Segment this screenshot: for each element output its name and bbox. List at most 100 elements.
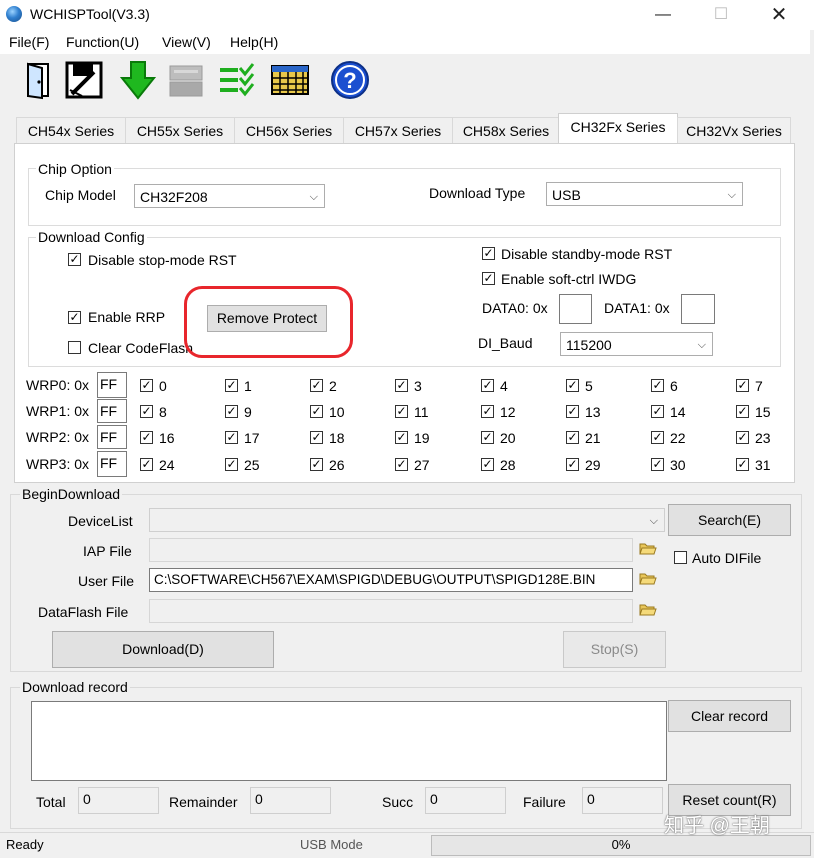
succ-value: 0 bbox=[425, 787, 506, 814]
wrp-bit-checkbox[interactable]: ✓ bbox=[566, 458, 579, 471]
folder-open-icon[interactable] bbox=[639, 603, 657, 617]
wrp-bit-checkbox[interactable]: ✓ bbox=[225, 405, 238, 418]
data1-input[interactable] bbox=[681, 294, 715, 324]
progress-bar: 0% bbox=[431, 835, 811, 856]
tab-ch32fx[interactable]: CH32Fx Series bbox=[558, 113, 678, 144]
wrp-bit-checkbox[interactable]: ✓ bbox=[140, 405, 153, 418]
menu-view[interactable]: View(V) bbox=[162, 34, 211, 50]
wrp-bit-label: 22 bbox=[670, 430, 686, 446]
wrp-bit-checkbox[interactable]: ✓ bbox=[140, 431, 153, 444]
open-door-icon[interactable] bbox=[20, 60, 60, 100]
wrp-bit-checkbox[interactable]: ✓ bbox=[140, 458, 153, 471]
search-button[interactable]: Search(E) bbox=[668, 504, 791, 536]
maximize-button[interactable]: ☐ bbox=[698, 0, 744, 30]
chip-model-select[interactable]: CH32F208 ⌵ bbox=[134, 184, 325, 208]
calculator-grid-icon[interactable] bbox=[270, 60, 310, 100]
tab-ch56x[interactable]: CH56x Series bbox=[234, 117, 344, 144]
failure-value: 0 bbox=[582, 787, 663, 814]
begin-download-label: BeginDownload bbox=[20, 486, 123, 502]
menu-file[interactable]: File(F) bbox=[9, 34, 49, 50]
disable-standby-rst-checkbox[interactable]: ✓ bbox=[482, 247, 495, 260]
wrp3-input[interactable]: FF bbox=[97, 451, 127, 477]
wrp-bit-checkbox[interactable]: ✓ bbox=[310, 431, 323, 444]
device-list-select[interactable]: ⌵ bbox=[149, 508, 665, 532]
wrp-bit-checkbox[interactable]: ✓ bbox=[395, 431, 408, 444]
auto-difile-checkbox[interactable] bbox=[674, 551, 687, 564]
wrp-bit-checkbox[interactable]: ✓ bbox=[140, 379, 153, 392]
chip-disabled-icon[interactable] bbox=[166, 60, 206, 100]
wrp-bit-checkbox[interactable]: ✓ bbox=[225, 379, 238, 392]
minimize-button[interactable]: — bbox=[640, 0, 686, 30]
wrp-bit-label: 9 bbox=[244, 404, 252, 420]
chip-model-value: CH32F208 bbox=[140, 189, 208, 205]
wrp-bit-label: 11 bbox=[414, 404, 429, 420]
download-type-value: USB bbox=[552, 187, 581, 203]
dataflash-file-input[interactable] bbox=[149, 599, 633, 623]
wrp-bit-checkbox[interactable]: ✓ bbox=[225, 431, 238, 444]
wrp-bit-label: 26 bbox=[329, 457, 345, 473]
download-button[interactable]: Download(D) bbox=[52, 631, 274, 668]
folder-open-icon[interactable] bbox=[639, 542, 657, 556]
tab-ch58x[interactable]: CH58x Series bbox=[452, 117, 560, 144]
wrp-bit-checkbox[interactable]: ✓ bbox=[736, 405, 749, 418]
tab-ch32vx[interactable]: CH32Vx Series bbox=[677, 117, 791, 144]
wrp1-input[interactable]: FF bbox=[97, 399, 127, 423]
enable-rrp-label: Enable RRP bbox=[88, 309, 166, 325]
wrp-bit-checkbox[interactable]: ✓ bbox=[481, 379, 494, 392]
download-arrow-icon[interactable] bbox=[118, 60, 158, 100]
clear-record-button[interactable]: Clear record bbox=[668, 700, 791, 732]
wrp2-input[interactable]: FF bbox=[97, 425, 127, 449]
menu-help[interactable]: Help(H) bbox=[230, 34, 278, 50]
download-type-select[interactable]: USB ⌵ bbox=[546, 182, 743, 206]
wrp-bit-checkbox[interactable]: ✓ bbox=[566, 379, 579, 392]
watermark: 知乎 @王朝 bbox=[664, 815, 770, 837]
enable-soft-iwdg-checkbox[interactable]: ✓ bbox=[482, 272, 495, 285]
iap-file-input[interactable] bbox=[149, 538, 633, 562]
help-icon[interactable]: ? bbox=[330, 60, 370, 100]
wrp-bit-checkbox[interactable]: ✓ bbox=[651, 379, 664, 392]
folder-open-icon[interactable] bbox=[639, 572, 657, 586]
wrp-bit-checkbox[interactable]: ✓ bbox=[736, 458, 749, 471]
enable-rrp-checkbox[interactable]: ✓ bbox=[68, 311, 81, 324]
wrp-bit-checkbox[interactable]: ✓ bbox=[395, 379, 408, 392]
wrp-bit-label: 5 bbox=[585, 378, 593, 394]
wrp-bit-label: 16 bbox=[159, 430, 175, 446]
data0-input[interactable] bbox=[559, 294, 592, 324]
wrp-bit-checkbox[interactable]: ✓ bbox=[651, 405, 664, 418]
download-record-log[interactable] bbox=[31, 701, 667, 781]
tab-ch55x[interactable]: CH55x Series bbox=[125, 117, 235, 144]
clear-codeflash-checkbox[interactable] bbox=[68, 341, 81, 354]
save-disk-icon[interactable] bbox=[64, 60, 104, 100]
dl-baud-select[interactable]: 115200 ⌵ bbox=[560, 332, 713, 356]
wrp-bit-checkbox[interactable]: ✓ bbox=[651, 458, 664, 471]
wrp-bit-checkbox[interactable]: ✓ bbox=[481, 458, 494, 471]
status-mode: USB Mode bbox=[300, 837, 363, 852]
wrp-bit-checkbox[interactable]: ✓ bbox=[651, 431, 664, 444]
app-globe-icon bbox=[6, 6, 22, 22]
wrp-bit-checkbox[interactable]: ✓ bbox=[395, 458, 408, 471]
wrp-bit-checkbox[interactable]: ✓ bbox=[481, 405, 494, 418]
menu-function[interactable]: Function(U) bbox=[66, 34, 139, 50]
verify-list-icon[interactable] bbox=[216, 60, 256, 100]
title-bar: WCHISPTool(V3.3) — ☐ ✕ bbox=[0, 0, 814, 30]
tab-ch57x[interactable]: CH57x Series bbox=[343, 117, 453, 144]
chip-model-label: Chip Model bbox=[45, 187, 116, 203]
close-button[interactable]: ✕ bbox=[756, 0, 802, 30]
wrp-bit-checkbox[interactable]: ✓ bbox=[395, 405, 408, 418]
wrp-bit-checkbox[interactable]: ✓ bbox=[310, 379, 323, 392]
wrp-bit-checkbox[interactable]: ✓ bbox=[310, 405, 323, 418]
wrp-bit-checkbox[interactable]: ✓ bbox=[566, 405, 579, 418]
wrp0-input[interactable]: FF bbox=[97, 372, 127, 398]
user-file-input[interactable]: C:\SOFTWARE\CH567\EXAM\SPIGD\DEBUG\OUTPU… bbox=[149, 568, 633, 592]
stop-button[interactable]: Stop(S) bbox=[563, 631, 666, 668]
download-record-label: Download record bbox=[20, 679, 130, 695]
wrp-bit-checkbox[interactable]: ✓ bbox=[310, 458, 323, 471]
disable-stop-rst-checkbox[interactable]: ✓ bbox=[68, 253, 81, 266]
wrp-bit-checkbox[interactable]: ✓ bbox=[566, 431, 579, 444]
wrp-bit-label: 20 bbox=[500, 430, 516, 446]
wrp-bit-checkbox[interactable]: ✓ bbox=[481, 431, 494, 444]
wrp-bit-checkbox[interactable]: ✓ bbox=[736, 431, 749, 444]
wrp-bit-checkbox[interactable]: ✓ bbox=[736, 379, 749, 392]
tab-ch54x[interactable]: CH54x Series bbox=[16, 117, 126, 144]
wrp-bit-checkbox[interactable]: ✓ bbox=[225, 458, 238, 471]
